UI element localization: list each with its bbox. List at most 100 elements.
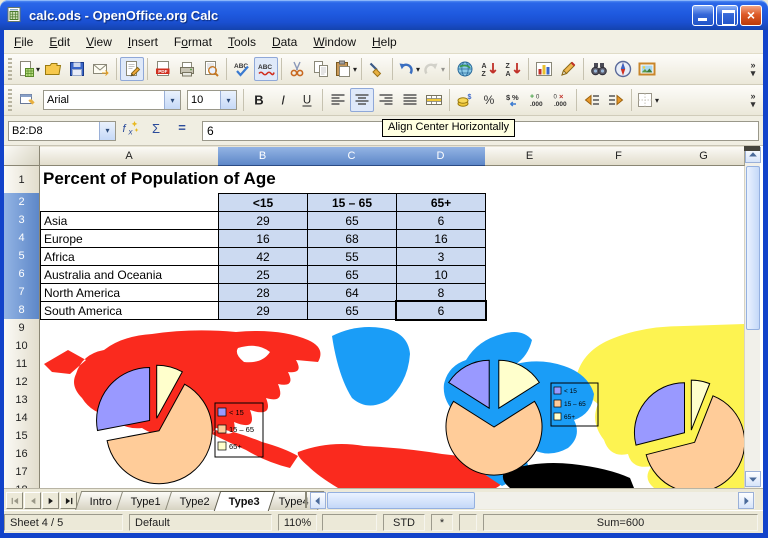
column-header-C[interactable]: C xyxy=(307,147,397,166)
borders-button[interactable]: ▾ xyxy=(635,88,660,112)
name-box[interactable]: ▾ xyxy=(8,121,116,141)
justify-button[interactable] xyxy=(398,88,422,112)
menu-item-format[interactable]: Format xyxy=(166,32,220,52)
menu-item-tools[interactable]: Tools xyxy=(220,32,264,52)
cell-A5[interactable]: Africa xyxy=(40,247,219,266)
sort-descending-button[interactable]: ZA xyxy=(501,57,525,81)
paste-button[interactable]: ▾ xyxy=(333,57,358,81)
cell-A3[interactable]: Asia xyxy=(40,211,219,230)
status-selection-mode[interactable]: STD xyxy=(383,514,425,531)
export-pdf-button[interactable]: PDF xyxy=(151,57,175,81)
increase-indent-button[interactable] xyxy=(604,88,628,112)
row-header-5[interactable]: 5 xyxy=(4,247,40,266)
email-button[interactable] xyxy=(89,57,113,81)
currency-button[interactable]: $ xyxy=(453,88,477,112)
status-sheet-info[interactable]: Sheet 4 / 5 xyxy=(4,514,123,531)
copy-button[interactable] xyxy=(309,57,333,81)
row-header-11[interactable]: 11 xyxy=(4,355,40,374)
number-standard-button[interactable]: $% xyxy=(501,88,525,112)
sum-button[interactable]: Σ xyxy=(144,119,168,143)
last-sheet-button[interactable] xyxy=(60,492,77,509)
close-button[interactable]: × xyxy=(740,5,762,26)
row-header-18[interactable]: 18 xyxy=(4,481,40,488)
row-header-4[interactable]: 4 xyxy=(4,229,40,248)
cell-C5[interactable]: 55 xyxy=(307,247,397,266)
toolbar-grip[interactable] xyxy=(8,89,12,111)
vertical-scrollbar[interactable] xyxy=(744,146,760,488)
font-name-input[interactable] xyxy=(44,91,164,109)
cell-D3[interactable]: 6 xyxy=(396,211,486,230)
cell-B5[interactable]: 42 xyxy=(218,247,308,266)
menu-item-help[interactable]: Help xyxy=(364,32,405,52)
column-header-G[interactable]: G xyxy=(663,147,745,166)
column-header-A[interactable]: A xyxy=(40,147,219,166)
sheet-tab-type3[interactable]: Type3 xyxy=(214,491,275,511)
scroll-down-button[interactable] xyxy=(745,471,761,487)
row-header-14[interactable]: 14 xyxy=(4,409,40,428)
font-size-dropdown[interactable]: ▾ xyxy=(220,91,236,109)
edit-file-button[interactable] xyxy=(120,57,144,81)
split-handle[interactable] xyxy=(744,146,760,151)
menu-item-file[interactable]: File xyxy=(6,32,41,52)
vertical-scroll-thumb[interactable] xyxy=(746,166,760,330)
format-paintbrush-button[interactable] xyxy=(365,57,389,81)
minimize-button[interactable] xyxy=(692,5,714,26)
row-header-16[interactable]: 16 xyxy=(4,445,40,464)
scroll-left-button[interactable] xyxy=(310,492,326,509)
delete-decimal-button[interactable]: 0×.000 xyxy=(549,88,573,112)
sort-ascending-button[interactable]: AZ xyxy=(477,57,501,81)
navigator-button[interactable] xyxy=(611,57,635,81)
font-name-combo[interactable]: ▾ xyxy=(43,90,181,110)
insert-chart-button[interactable] xyxy=(532,57,556,81)
menu-item-data[interactable]: Data xyxy=(264,32,305,52)
font-size-combo[interactable]: ▾ xyxy=(187,90,237,110)
formula-button[interactable]: = xyxy=(170,119,194,143)
toolbar-overflow-button[interactable]: »▾ xyxy=(745,61,761,77)
borders-dropdown[interactable]: ▾ xyxy=(655,96,659,105)
status-modified-flag[interactable]: * xyxy=(431,514,453,531)
column-header-B[interactable]: B xyxy=(218,147,308,166)
print-button[interactable] xyxy=(175,57,199,81)
add-decimal-button[interactable]: +0.000 xyxy=(525,88,549,112)
cell-C6[interactable]: 65 xyxy=(307,265,397,284)
menu-item-insert[interactable]: Insert xyxy=(120,32,166,52)
cell-A6[interactable]: Australia and Oceania xyxy=(40,265,219,284)
open-button[interactable] xyxy=(41,57,65,81)
row-header-1[interactable]: 1 xyxy=(4,166,40,194)
menu-item-view[interactable]: View xyxy=(78,32,120,52)
horizontal-scrollbar[interactable] xyxy=(310,492,755,509)
cell-B6[interactable]: 25 xyxy=(218,265,308,284)
cut-button[interactable] xyxy=(285,57,309,81)
bold-button[interactable]: B xyxy=(247,88,271,112)
gallery-button[interactable] xyxy=(635,57,659,81)
page-preview-button[interactable] xyxy=(199,57,223,81)
column-header-D[interactable]: D xyxy=(396,147,486,166)
font-size-input[interactable] xyxy=(188,91,220,109)
cell-D6[interactable]: 10 xyxy=(396,265,486,284)
cell-D4[interactable]: 16 xyxy=(396,229,486,248)
embedded-chart-object[interactable]: < 1515 – 6565+< 1515 – 6565+ xyxy=(40,320,744,488)
row-header-7[interactable]: 7 xyxy=(4,283,40,302)
horizontal-scroll-thumb[interactable] xyxy=(327,492,475,509)
spellcheck-button[interactable]: ABC xyxy=(230,57,254,81)
cell-B4[interactable]: 16 xyxy=(218,229,308,248)
underline-button[interactable]: U xyxy=(295,88,319,112)
row-header-10[interactable]: 10 xyxy=(4,337,40,356)
decrease-indent-button[interactable] xyxy=(580,88,604,112)
new-dropdown[interactable]: ▾ xyxy=(36,65,40,74)
cell-A8[interactable]: South America xyxy=(40,301,219,320)
scroll-right-button[interactable] xyxy=(738,492,754,509)
row-header-3[interactable]: 3 xyxy=(4,211,40,230)
align-center-button[interactable] xyxy=(350,88,374,112)
cell-C7[interactable]: 64 xyxy=(307,283,397,302)
paste-dropdown[interactable]: ▾ xyxy=(353,65,357,74)
status-sum[interactable]: Sum=600 xyxy=(483,514,758,531)
next-sheet-button[interactable] xyxy=(42,492,59,509)
name-box-dropdown[interactable]: ▾ xyxy=(99,122,115,140)
row-header-13[interactable]: 13 xyxy=(4,391,40,410)
toolbar-grip[interactable] xyxy=(8,58,12,80)
row-header-9[interactable]: 9 xyxy=(4,319,40,338)
styles-button[interactable] xyxy=(16,88,40,112)
row-header-8[interactable]: 8 xyxy=(4,301,40,320)
cell-C2[interactable]: 15 – 65 xyxy=(307,193,397,212)
